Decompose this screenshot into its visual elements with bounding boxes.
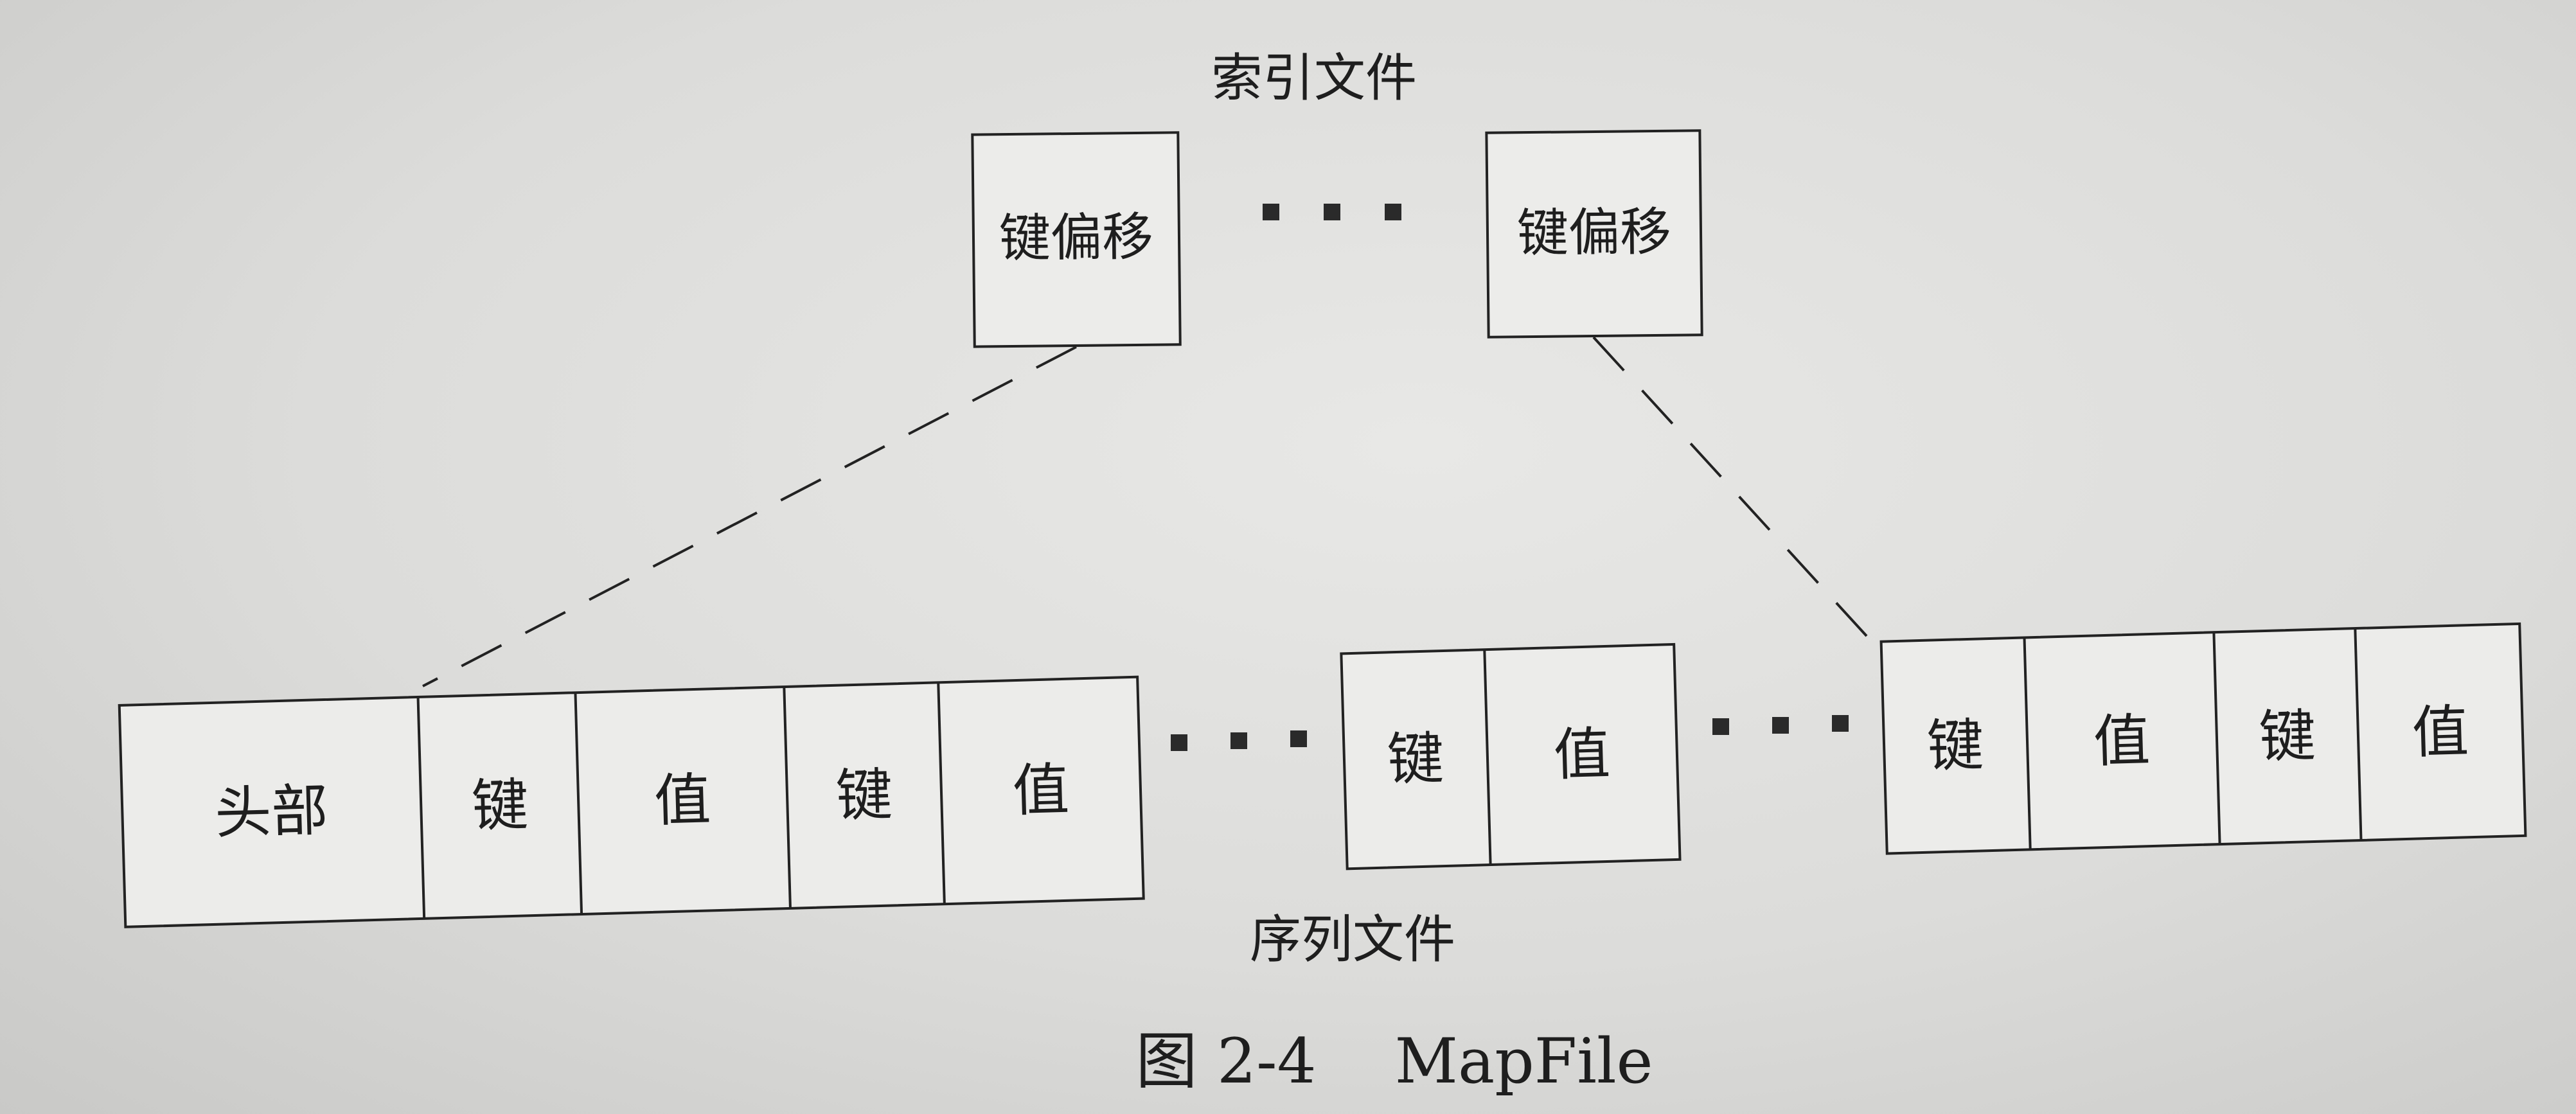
sequence-group-first: 头部 键 值 键 值 [118,675,1145,928]
key-cell: 键 [835,761,894,829]
index-entry-first: 键偏移 [971,131,1182,348]
index-entry-last-label: 键偏移 [1517,202,1672,263]
index-pointer-first [422,346,1077,687]
ellipsis-dot [1290,730,1307,747]
sequence-group-last: 键 值 键 值 [1879,622,2527,855]
mapfile-diagram-page: 索引文件 键偏移 键偏移 头部 键 值 键 值 键 值 键 值 键 值 序列文件… [0,0,2576,1114]
sequence-ellipsis-first [1171,730,1307,751]
sequence-group-middle: 键 值 [1340,642,1682,871]
header-cell: 头部 [214,777,329,846]
value-cell: 值 [1012,756,1070,824]
figure-number: 图 2-4 [1135,1025,1317,1097]
ellipsis-dot [1324,204,1340,220]
key-cell: 键 [1926,712,1985,779]
value-cell: 值 [2411,698,2469,766]
value-cell: 值 [2093,707,2151,775]
sequence-ellipsis-last [1712,715,1849,735]
ellipsis-dot [1230,732,1247,749]
ellipsis-dot [1171,734,1187,751]
index-ellipsis [1263,204,1401,220]
value-cell: 值 [653,766,712,834]
value-cell: 值 [1552,720,1611,788]
index-entry-last: 键偏移 [1485,129,1703,339]
ellipsis-dot [1772,717,1789,734]
key-cell: 键 [471,772,529,839]
ellipsis-dot [1385,204,1401,220]
key-cell: 键 [1387,725,1445,793]
index-pointer-last [1592,336,1868,637]
key-cell: 键 [2259,702,2317,770]
index-entry-first-label: 键偏移 [999,207,1154,269]
ellipsis-dot [1263,204,1279,220]
sequence-file-title: 序列文件 [1250,910,1455,969]
figure-name: MapFile [1394,1025,1653,1097]
figure-caption: 图 2-4 MapFile [1136,1030,1653,1092]
ellipsis-dot [1712,718,1729,735]
ellipsis-dot [1832,715,1849,732]
